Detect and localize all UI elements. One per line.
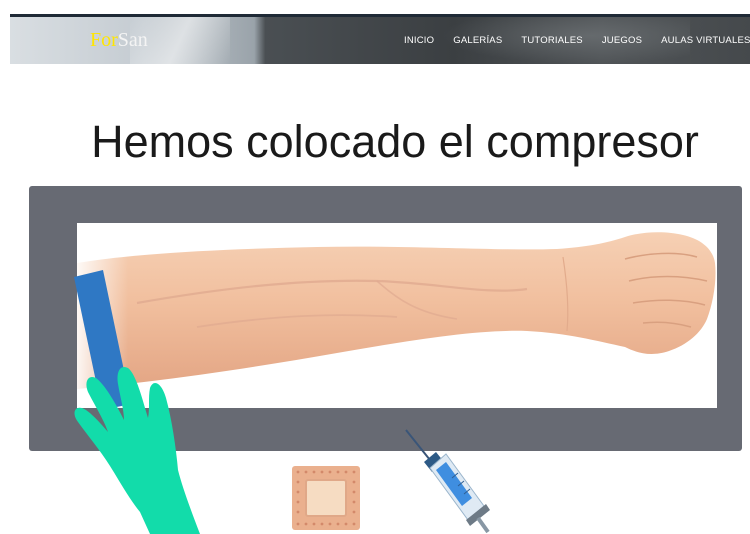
site-logo[interactable]: ForSan [90, 29, 148, 51]
page-title: Hemos colocado el compresor [91, 116, 699, 167]
site-header: ForSan INICIO GALERÍAS TUTORIALES JUEGOS… [10, 17, 750, 64]
nav-inicio[interactable]: INICIO [404, 35, 434, 46]
nav-juegos[interactable]: JUEGOS [602, 35, 642, 46]
bandage-drag-handle[interactable] [292, 466, 360, 530]
logo-part-for: For [90, 29, 118, 51]
nav-aulas-virtuales[interactable]: AULAS VIRTUALES [661, 35, 750, 46]
nav-galerias[interactable]: GALERÍAS [453, 35, 502, 46]
glove-drag-handle[interactable] [76, 366, 202, 534]
logo-part-san: San [117, 29, 148, 51]
nav-tutoriales[interactable]: TUTORIALES [521, 35, 582, 46]
syringe-drag-handle[interactable] [404, 430, 492, 534]
main-nav: INICIO GALERÍAS TUTORIALES JUEGOS AULAS … [404, 35, 750, 46]
